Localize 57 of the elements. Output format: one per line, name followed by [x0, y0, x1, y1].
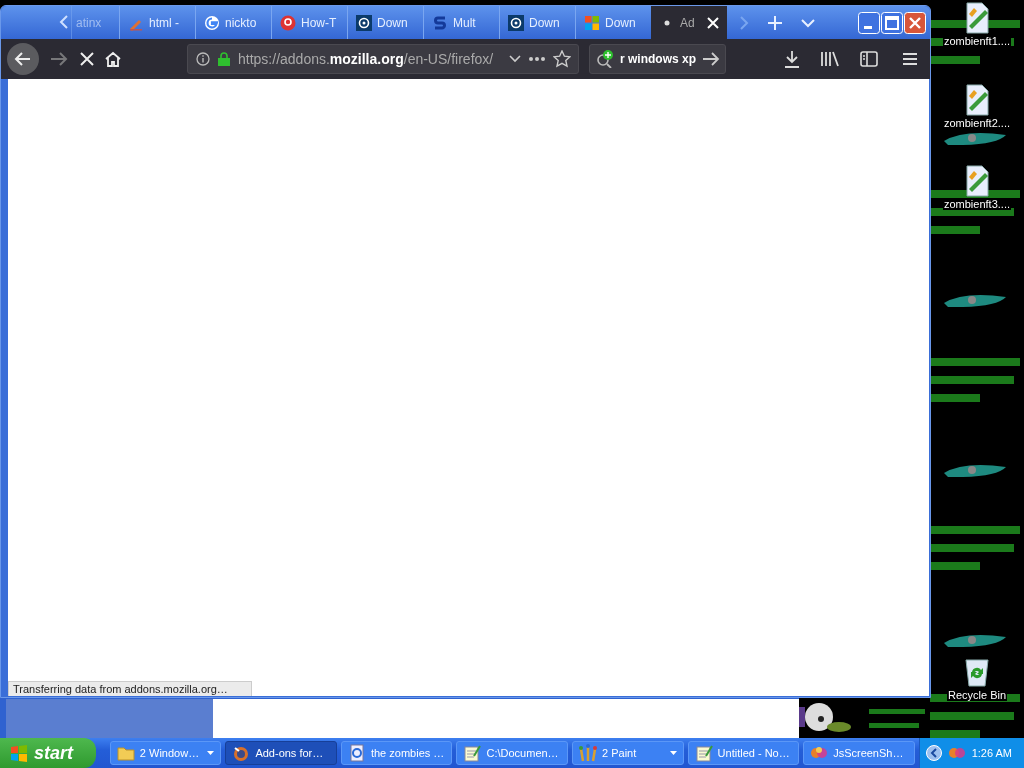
sidebar-icon[interactable]: [860, 51, 878, 67]
windows-logo-icon: [584, 14, 600, 31]
stop-icon[interactable]: [79, 51, 95, 67]
letter-s-icon: [432, 14, 448, 31]
taskbar-button[interactable]: JsScreenSh…: [803, 741, 915, 765]
clock: 1:26 AM: [971, 747, 1013, 759]
library-icon[interactable]: [820, 51, 840, 67]
home-icon[interactable]: [105, 51, 121, 67]
folder-icon: [116, 744, 135, 762]
caret-icon[interactable]: [669, 751, 677, 755]
maximize-icon[interactable]: [881, 11, 903, 34]
taskbar-button[interactable]: 2 Window…: [109, 741, 222, 765]
saucer-drawing: [944, 132, 1006, 145]
taskbar-button[interactable]: 2 Paint: [572, 741, 684, 765]
search-field[interactable]: r windows xp: [589, 44, 726, 74]
menu-icon[interactable]: [902, 52, 918, 66]
document-e-icon: [347, 744, 366, 762]
chevron-left-icon[interactable]: [59, 14, 69, 30]
more-icon[interactable]: [529, 57, 546, 61]
saucer-drawing: [944, 464, 1006, 477]
star-icon[interactable]: [553, 50, 572, 68]
taskbar-button[interactable]: Untitled - No…: [687, 741, 800, 765]
windows-flag-icon: [10, 744, 28, 762]
start-button[interactable]: start: [0, 738, 96, 768]
taskbar-button[interactable]: Add-ons for…: [225, 741, 337, 765]
lock-icon[interactable]: [218, 52, 230, 66]
status-text: Transferring data from addons.mozilla.org…: [8, 681, 252, 696]
paint-file-icon[interactable]: [963, 2, 991, 34]
recycle-bin-icon[interactable]: [963, 656, 991, 688]
taskbar-button[interactable]: the zombies …: [340, 741, 453, 765]
close-icon[interactable]: [707, 16, 719, 29]
chevron-down-icon[interactable]: [509, 55, 522, 63]
paint-file-icon[interactable]: [963, 84, 991, 116]
caret-icon[interactable]: [207, 751, 215, 755]
back-icon[interactable]: [7, 43, 39, 75]
google-icon: [204, 14, 220, 31]
dot-icon: [664, 19, 670, 26]
paint-brushes-icon: [579, 744, 598, 762]
icon-label[interactable]: zombienft2....: [942, 117, 1011, 129]
address-bar[interactable]: https://addons.mozilla.org/en-US/firefox/: [187, 44, 579, 74]
browser-tab[interactable]: Ad: [651, 6, 727, 39]
arrow-right-icon[interactable]: [702, 52, 720, 66]
paint-file-icon[interactable]: [963, 165, 991, 197]
download-icon[interactable]: [784, 50, 800, 68]
icon-label[interactable]: zombienft1....: [942, 35, 1011, 47]
info-icon[interactable]: [196, 52, 210, 66]
taskbar-button[interactable]: C:\Documen…: [456, 741, 569, 765]
minimize-icon[interactable]: [858, 11, 880, 34]
target-icon: [508, 14, 524, 31]
notepad-icon: [463, 744, 482, 762]
target-icon: [356, 14, 372, 31]
icon-label[interactable]: Recycle Bin: [946, 689, 1008, 701]
saucer-drawing: [944, 294, 1006, 307]
notepad-icon: [694, 744, 713, 762]
plus-icon[interactable]: [767, 14, 783, 31]
icon-label[interactable]: zombienft3....: [942, 198, 1011, 210]
saucer-drawing: [944, 634, 1006, 647]
